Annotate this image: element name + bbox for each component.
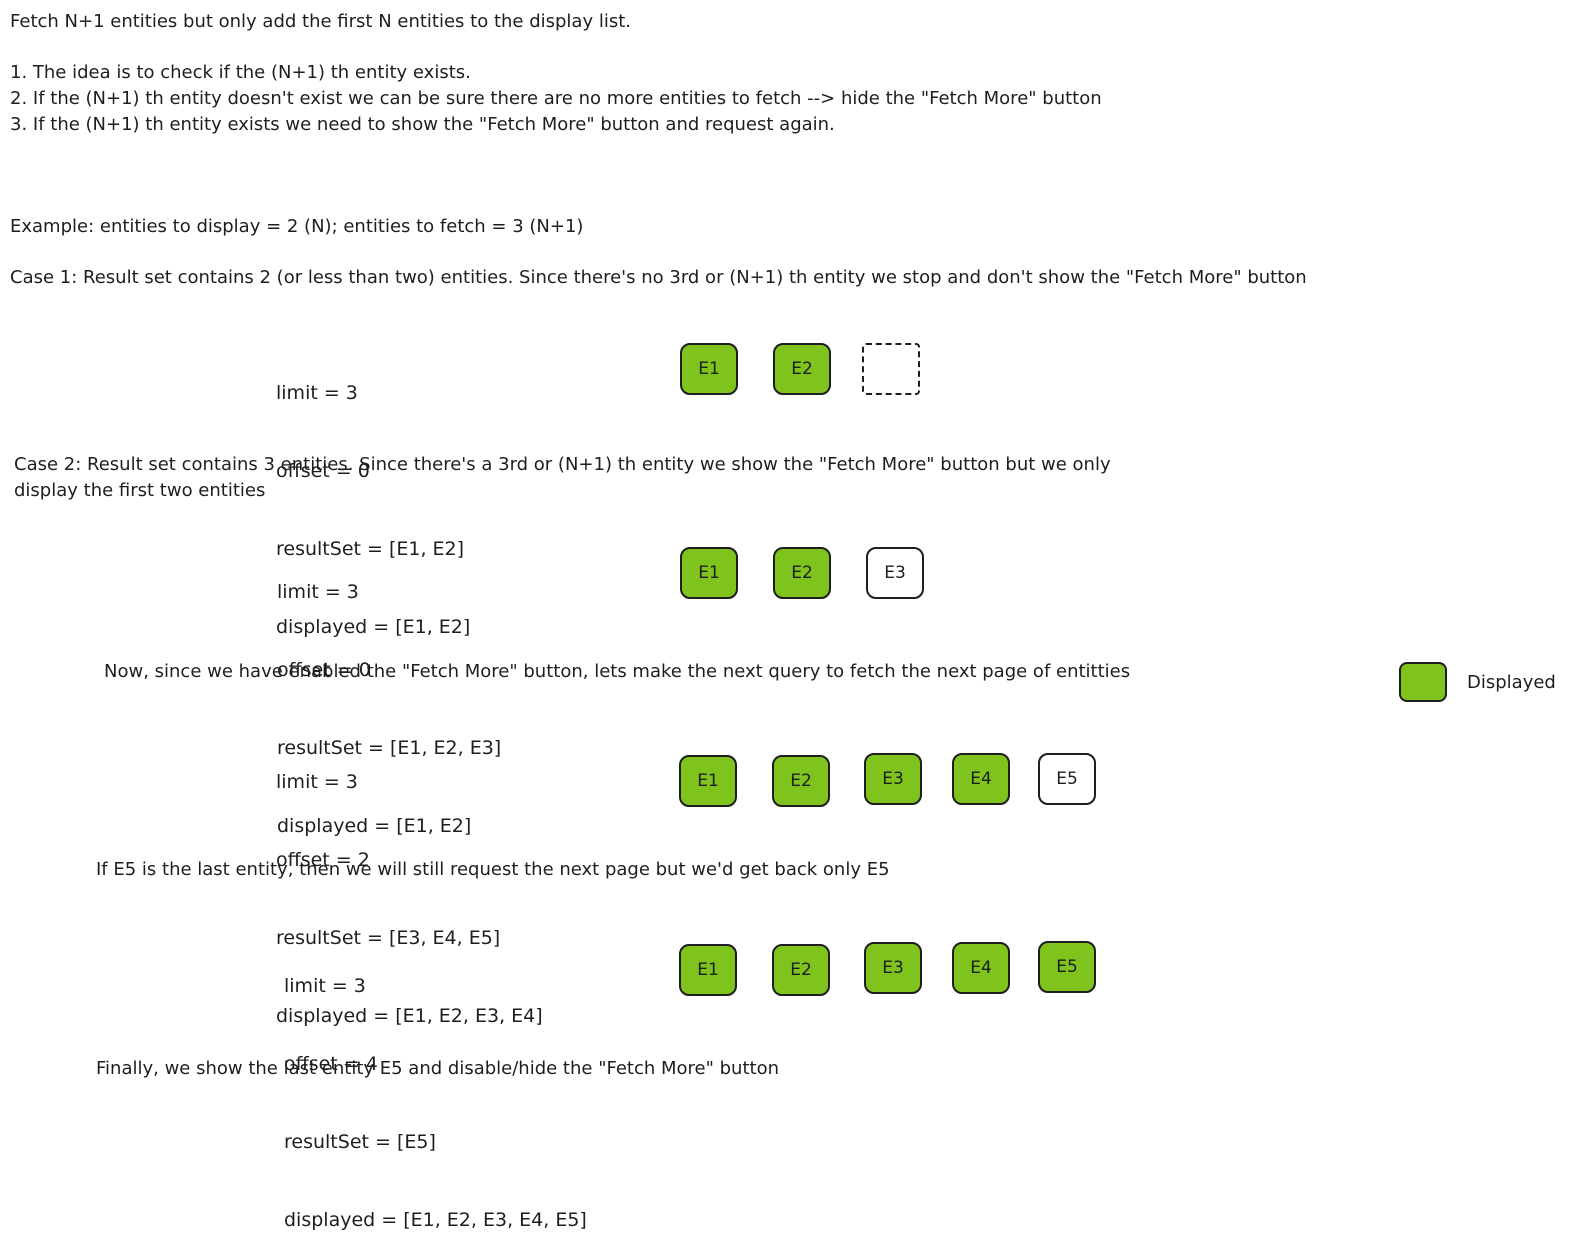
- step3-entity-e1: E1: [679, 755, 737, 807]
- intro-title: Fetch N+1 entities but only add the firs…: [10, 11, 631, 32]
- example-line: Example: entities to display = 2 (N); en…: [10, 216, 584, 237]
- step3-heading: Now, since we have enabled the "Fetch Mo…: [104, 661, 1131, 682]
- step4-displayed: displayed = [E1, E2, E3, E4, E5]: [284, 1209, 587, 1231]
- step3-entity-e2: E2: [772, 755, 830, 807]
- case2-entity-e2: E2: [773, 547, 831, 599]
- intro-point-2: 2. If the (N+1) th entity doesn't exist …: [10, 88, 1102, 109]
- step3-entity-e5: E5: [1038, 753, 1096, 805]
- step3-entity-e3: E3: [864, 753, 922, 805]
- final-line: Finally, we show the last entity E5 and …: [96, 1058, 779, 1079]
- step3-entity-e4: E4: [952, 753, 1010, 805]
- case1-heading: Case 1: Result set contains 2 (or less t…: [10, 267, 1307, 288]
- step4-heading: If E5 is the last entity, then we will s…: [96, 859, 890, 880]
- step4-entity-e1: E1: [679, 944, 737, 996]
- step3-limit: limit = 3: [276, 771, 358, 793]
- step4-entity-e5: E5: [1038, 941, 1096, 993]
- legend-displayed-label: Displayed: [1467, 672, 1556, 693]
- step4-params: limit = 3 offset = 4 resultSet = [E5] di…: [284, 921, 587, 1259]
- step4-limit: limit = 3: [284, 975, 366, 997]
- case1-entity-e1: E1: [680, 343, 738, 395]
- step4-resultset: resultSet = [E5]: [284, 1131, 436, 1153]
- case1-entity-e2: E2: [773, 343, 831, 395]
- legend-displayed-swatch: [1399, 662, 1447, 702]
- case1-missing-entity-placeholder: [862, 343, 920, 395]
- case2-heading-line2: display the first two entities: [14, 480, 266, 501]
- case2-entity-e1: E1: [680, 547, 738, 599]
- step4-entity-e3: E3: [864, 942, 922, 994]
- case2-limit: limit = 3: [277, 581, 359, 603]
- intro-point-1: 1. The idea is to check if the (N+1) th …: [10, 62, 471, 83]
- case2-entity-e3: E3: [866, 547, 924, 599]
- step4-entity-e2: E2: [772, 944, 830, 996]
- intro-point-3: 3. If the (N+1) th entity exists we need…: [10, 114, 835, 135]
- step4-entity-e4: E4: [952, 942, 1010, 994]
- case1-limit: limit = 3: [276, 382, 358, 404]
- case2-heading-line1: Case 2: Result set contains 3 entities. …: [14, 454, 1111, 475]
